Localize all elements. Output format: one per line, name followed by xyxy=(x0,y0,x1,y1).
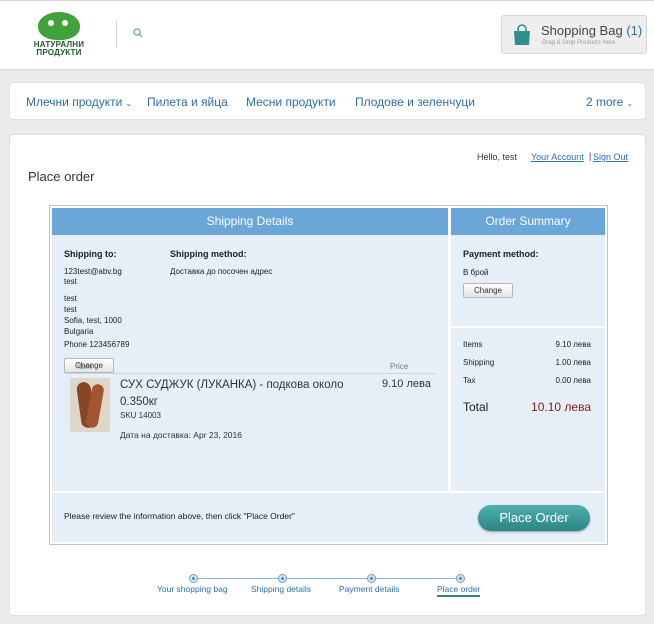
account-separator: | xyxy=(589,151,592,161)
shipping-details-header: Shipping Details xyxy=(52,208,448,235)
checkout-panel: Hello, test Your Account | Sign Out Plac… xyxy=(9,134,646,616)
order-summary-section: Order Summary Payment method: В брой Cha… xyxy=(451,208,605,491)
shipping-address-line: Sofia, test, 1000 xyxy=(64,316,122,325)
order-review-frame: Shipping Details Shipping to: 123test@ab… xyxy=(49,205,608,545)
step-dot xyxy=(189,574,198,583)
summary-total-value: 10.10 лева xyxy=(531,400,591,414)
order-summary-header: Order Summary xyxy=(451,208,605,235)
step-place-order[interactable]: Place order xyxy=(437,584,481,597)
your-account-link[interactable]: Your Account xyxy=(531,152,584,162)
chevron-down-icon: ⌄ xyxy=(626,99,634,108)
items-divider xyxy=(64,373,436,374)
nav-item-produce[interactable]: Плодове и зеленчуци xyxy=(355,95,475,109)
shipping-to-label: Shipping to: xyxy=(64,249,117,259)
site-header: НАТУРАЛНИ ПРОДУКТИ Shopping Bag (1) Drag… xyxy=(0,0,654,70)
page-title: Place order xyxy=(28,169,95,184)
summary-divider xyxy=(451,326,605,328)
shopping-bag-hint: Drag & Drop Products Here xyxy=(542,40,616,46)
step-dot xyxy=(367,574,376,583)
search-icon[interactable] xyxy=(133,28,143,38)
item-column-header: Item xyxy=(77,362,93,371)
price-column-header: Price xyxy=(390,362,409,371)
summary-items-value: 9.10 лева xyxy=(555,340,591,349)
product-sku: SKU 14003 xyxy=(120,411,161,420)
shipping-address-line: test xyxy=(64,277,77,286)
shipping-method-value: Доставка до посочен адрес xyxy=(170,267,273,276)
shipping-phone: Phone 123456789 xyxy=(64,340,130,349)
category-nav: Млечни продукти ⌄ Пилета и яйца Месни про… xyxy=(9,82,646,120)
step-dot xyxy=(278,574,287,583)
shopping-bag-button[interactable]: Shopping Bag (1) Drag & Drop Products He… xyxy=(501,15,647,54)
cow-leaf-icon xyxy=(38,12,80,40)
shipping-address-line: Bulgaria xyxy=(64,327,94,336)
logo-text-line2: ПРОДУКТИ xyxy=(36,48,82,57)
place-order-button[interactable]: Place Order xyxy=(478,505,590,531)
summary-tax-label: Tax xyxy=(463,376,476,385)
shipping-details-section: Shipping Details Shipping to: 123test@ab… xyxy=(52,208,448,491)
shipping-method-label: Shipping method: xyxy=(170,249,247,259)
summary-total-label: Total xyxy=(463,400,489,414)
summary-items-label: Items xyxy=(463,340,483,349)
chevron-down-icon: ⌄ xyxy=(125,99,133,108)
shopping-bag-icon xyxy=(514,24,530,45)
summary-tax-value: 0.00 лева xyxy=(555,376,591,385)
product-image[interactable] xyxy=(70,378,110,432)
shopping-bag-title: Shopping Bag (1) xyxy=(541,23,642,38)
nav-item-label: Млечни продукти xyxy=(26,95,123,109)
summary-shipping-label: Shipping xyxy=(463,358,495,367)
product-name[interactable]: СУХ СУДЖУК (ЛУКАНКА) - подкова около 0.3… xyxy=(120,377,370,411)
summary-shipping-value: 1.00 лева xyxy=(555,358,591,367)
nav-item-meat[interactable]: Месни продукти xyxy=(246,95,336,109)
step-shipping-details[interactable]: Shipping details xyxy=(251,584,311,594)
delivery-date: Дата на доставка: Apr 23, 2016 xyxy=(120,430,242,440)
step-dot xyxy=(456,574,465,583)
nav-more-menu[interactable]: 2 more ⌄ xyxy=(586,95,633,109)
shopping-bag-label: Shopping Bag xyxy=(541,23,623,38)
nav-item-poultry[interactable]: Пилета и яйца xyxy=(147,95,228,109)
step-payment-details[interactable]: Payment details xyxy=(339,584,399,594)
header-divider xyxy=(116,21,117,48)
shipping-address-line: test xyxy=(64,305,77,314)
greeting: Hello, test xyxy=(477,152,518,162)
shopping-bag-count: (1) xyxy=(626,23,643,38)
nav-item-dairy[interactable]: Млечни продукти ⌄ xyxy=(26,95,132,109)
site-logo[interactable]: НАТУРАЛНИ ПРОДУКТИ xyxy=(30,10,88,58)
shipping-address-line: test xyxy=(64,294,77,303)
checkout-progress-track xyxy=(194,578,462,579)
payment-method-label: Payment method: xyxy=(463,249,539,259)
nav-more-label: 2 more xyxy=(586,95,624,109)
product-price: 9.10 лева xyxy=(382,378,431,390)
sign-out-link[interactable]: Sign Out xyxy=(593,152,628,162)
review-instructions: Please review the information above, the… xyxy=(64,511,295,521)
place-order-bar: Please review the information above, the… xyxy=(52,493,605,542)
step-shopping-bag[interactable]: Your shopping bag xyxy=(157,584,228,594)
payment-method-value: В брой xyxy=(463,268,489,277)
change-payment-button[interactable]: Change xyxy=(463,283,513,298)
